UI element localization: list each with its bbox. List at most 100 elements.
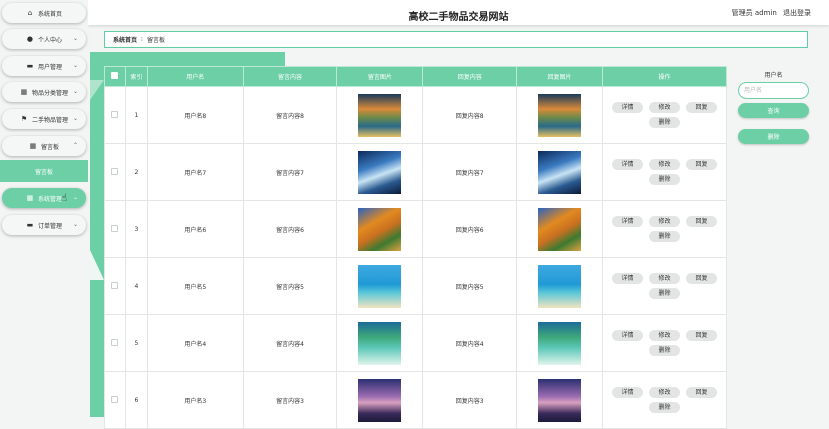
sidebar-item-goods[interactable]: ⚑ 二手物品管理 ⌄ xyxy=(2,109,86,129)
detail-button[interactable]: 详情 xyxy=(611,273,643,284)
row-checkbox[interactable] xyxy=(111,110,119,118)
detail-button[interactable]: 详情 xyxy=(611,216,643,227)
row-message-content: 留言内容3 xyxy=(242,371,338,429)
row-checkbox[interactable] xyxy=(111,281,119,289)
chevron-down-icon: ⌄ xyxy=(72,115,78,122)
reply-button[interactable]: 回复 xyxy=(685,330,717,341)
reply-image xyxy=(538,378,582,422)
edit-button[interactable]: 修改 xyxy=(648,273,680,284)
row-checkbox[interactable] xyxy=(111,395,119,403)
row-checkbox[interactable] xyxy=(111,167,119,175)
select-all-header[interactable] xyxy=(104,66,126,87)
message-image xyxy=(358,264,402,308)
detail-button[interactable]: 详情 xyxy=(611,102,643,113)
row-delete-button[interactable]: 删除 xyxy=(648,288,680,299)
users-icon: ▬ xyxy=(26,62,34,70)
decorative-shape xyxy=(90,80,104,100)
row-checkbox[interactable] xyxy=(111,338,119,346)
board-icon: ▦ xyxy=(29,142,37,150)
row-reply-content: 回复内容7 xyxy=(422,143,518,201)
row-select-cell[interactable] xyxy=(104,371,126,429)
row-actions: 详情 修改 回复 删除 xyxy=(601,200,728,258)
breadcrumb-separator: ⁝ xyxy=(141,36,143,43)
reply-button[interactable]: 回复 xyxy=(685,387,717,398)
row-reply-content: 回复内容6 xyxy=(422,200,518,258)
sidebar-item-home[interactable]: ⌂ 系统首页 xyxy=(2,3,86,23)
row-message-image-cell xyxy=(336,86,424,144)
column-header: 用户名 xyxy=(146,66,244,87)
chevron-down-icon: ⌄ xyxy=(72,221,78,228)
edit-button[interactable]: 修改 xyxy=(648,216,680,227)
reply-button[interactable]: 回复 xyxy=(685,273,717,284)
sidebar-subitem-message-board[interactable]: 留言板 xyxy=(0,160,88,182)
row-index: 6 xyxy=(124,371,148,429)
sidebar-item-system[interactable]: ▦ 系统管理 ⌄ xyxy=(2,188,86,208)
row-delete-button[interactable]: 删除 xyxy=(648,174,680,185)
row-delete-button[interactable]: 删除 xyxy=(648,231,680,242)
sidebar-item-label: 订单管理 xyxy=(37,222,62,230)
username-search-input[interactable] xyxy=(738,82,809,99)
sidebar-item-categories[interactable]: ▦ 物品分类管理 ⌄ xyxy=(2,82,86,102)
edit-button[interactable]: 修改 xyxy=(648,387,680,398)
row-select-cell[interactable] xyxy=(104,86,126,144)
detail-button[interactable]: 详情 xyxy=(611,159,643,170)
logout-link[interactable]: 退出登录 xyxy=(783,9,811,17)
message-image xyxy=(358,321,402,365)
message-table: 索引 用户名 留言内容 留言图片 回复内容 回复图片 操作 1 用户名8 留言内容8… xyxy=(104,66,728,429)
row-message-content: 留言内容4 xyxy=(242,314,338,372)
decorative-strip xyxy=(90,66,104,417)
column-header: 操作 xyxy=(601,66,728,87)
message-image xyxy=(358,93,402,137)
reply-image xyxy=(538,93,582,137)
row-select-cell[interactable] xyxy=(104,314,126,372)
hand-cursor-icon: ☝ xyxy=(61,193,68,204)
edit-button[interactable]: 修改 xyxy=(648,159,680,170)
row-delete-button[interactable]: 删除 xyxy=(648,402,680,413)
edit-button[interactable]: 修改 xyxy=(648,102,680,113)
row-delete-button[interactable]: 删除 xyxy=(648,117,680,128)
decorative-shape xyxy=(90,250,104,280)
detail-button[interactable]: 详情 xyxy=(611,387,643,398)
reply-button[interactable]: 回复 xyxy=(685,216,717,227)
breadcrumb-home[interactable]: 系统首页 xyxy=(113,35,137,44)
search-label: 用户名 xyxy=(764,72,783,79)
row-index: 1 xyxy=(124,86,148,144)
row-delete-button[interactable]: 删除 xyxy=(648,345,680,356)
row-select-cell[interactable] xyxy=(104,143,126,201)
sidebar-item-label: 物品分类管理 xyxy=(31,89,68,97)
sidebar-item-users[interactable]: ▬ 用户管理 ⌄ xyxy=(2,56,86,76)
row-select-cell[interactable] xyxy=(104,257,126,315)
delete-button[interactable]: 删除 xyxy=(738,129,809,144)
row-reply-image-cell xyxy=(516,257,603,315)
chevron-down-icon: ⌄ xyxy=(72,88,78,95)
sidebar-item-profile[interactable]: ● 个人中心 ⌄ xyxy=(2,29,86,49)
admin-label: 管理员 admin xyxy=(731,9,777,17)
reply-image xyxy=(538,321,582,365)
row-checkbox[interactable] xyxy=(111,224,119,232)
reply-button[interactable]: 回复 xyxy=(685,159,717,170)
sidebar-item-label: 个人中心 xyxy=(37,36,62,44)
column-header: 留言图片 xyxy=(336,66,424,87)
sidebar-item-orders[interactable]: ▬ 订单管理 ⌄ xyxy=(2,215,86,235)
row-message-image-cell xyxy=(336,200,424,258)
select-all-checkbox[interactable] xyxy=(111,72,119,79)
row-select-cell[interactable] xyxy=(104,200,126,258)
edit-button[interactable]: 修改 xyxy=(648,330,680,341)
home-icon: ⌂ xyxy=(27,9,33,17)
admin-area: 管理员 admin 退出登录 xyxy=(728,8,811,18)
sidebar-item-message-board[interactable]: ▦ 留言板 ⌃ xyxy=(2,136,86,156)
column-header: 索引 xyxy=(124,66,148,87)
breadcrumb-current: 留言板 xyxy=(146,37,165,44)
row-username: 用户名6 xyxy=(146,200,244,258)
chevron-down-icon: ⌄ xyxy=(72,62,78,69)
message-image xyxy=(358,378,402,422)
reply-image xyxy=(538,264,582,308)
row-actions: 详情 修改 回复 删除 xyxy=(601,371,728,429)
search-button[interactable]: 查询 xyxy=(738,103,809,118)
reply-button[interactable]: 回复 xyxy=(685,102,717,113)
detail-button[interactable]: 详情 xyxy=(611,330,643,341)
reply-image xyxy=(538,207,582,251)
row-message-content: 留言内容8 xyxy=(242,86,338,144)
row-reply-image-cell xyxy=(516,86,603,144)
sidebar-item-label: 留言板 xyxy=(40,143,59,151)
